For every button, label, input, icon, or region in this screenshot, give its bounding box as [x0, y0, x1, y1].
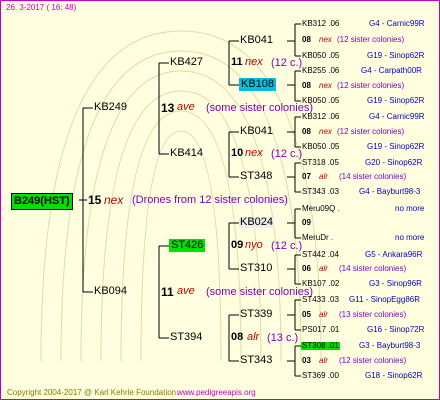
- row-a: PS017 .01: [302, 325, 340, 334]
- kb427-race: nex: [245, 56, 263, 68]
- node-st339: ST339: [240, 308, 273, 320]
- date-stamp: 26. 3-2017 ( 16: 48): [6, 3, 77, 12]
- node-st310: ST310: [240, 262, 273, 274]
- row-race: alr: [319, 172, 328, 181]
- row-a: KB050 .05: [302, 142, 340, 151]
- kb249-number: 13: [161, 101, 175, 115]
- row-race: alr: [319, 264, 328, 273]
- kb249-desc: (some sister colonies): [206, 102, 313, 114]
- row-num: 09: [302, 218, 311, 227]
- row-race: alr: [319, 356, 328, 365]
- row-b: G4 - Carnic99R: [369, 112, 425, 121]
- root-race: nex: [104, 193, 124, 207]
- node-kb414: KB414: [170, 147, 204, 159]
- node-st394: ST394: [170, 331, 203, 343]
- node-st343: ST343: [240, 354, 273, 366]
- row-b: G5 - Ankara96R: [365, 250, 423, 259]
- row-a: ST433 .03: [302, 295, 339, 304]
- row-b: no more: [395, 204, 425, 213]
- node-kb041-b: KB041: [240, 125, 274, 137]
- row-desc: (12 sister colonies): [337, 127, 405, 136]
- node-kb024: KB024: [239, 216, 275, 228]
- st426-desc: (12 c.): [271, 240, 303, 252]
- kb414-race: nex: [245, 147, 263, 159]
- row-b: G3 - Sinop96R: [369, 279, 422, 288]
- row-b: G4 - Carpath00R: [361, 66, 422, 75]
- row-desc: (14 sister colonies): [339, 172, 407, 181]
- footer-copyright: Copyright 2004-2017 @ Karl Kehrle Founda…: [7, 388, 179, 397]
- row-num: 03: [302, 356, 311, 365]
- node-kb108: KB108: [239, 78, 277, 91]
- row-a: ST308 .01: [301, 341, 340, 350]
- kb427-desc: (12 c.): [271, 57, 303, 69]
- st426-number: 09: [231, 239, 244, 251]
- footer-url[interactable]: www.pedigreeapis.org: [177, 389, 256, 397]
- node-st348: ST348: [240, 170, 273, 182]
- node-kb249: KB249: [94, 101, 128, 113]
- row-num: 08: [302, 127, 311, 136]
- row-desc: (12 sister colonies): [337, 35, 405, 44]
- row-a: ST343 .03: [302, 187, 339, 196]
- row-a: Meru09Q .: [302, 204, 340, 213]
- row-b: G16 - Sinop72R: [367, 325, 425, 334]
- row-b: G4 - Carnic99R: [369, 19, 425, 28]
- row-a: KB050 .05: [302, 51, 340, 60]
- row-race: nex: [319, 81, 332, 90]
- row-num: 05: [302, 310, 311, 319]
- st394-number: 08: [231, 331, 244, 343]
- row-a: ST318 .05: [302, 158, 339, 167]
- row-num: 08: [302, 35, 311, 44]
- row-desc: (13 sister colonies): [339, 310, 407, 319]
- row-a: ST442 .04: [302, 250, 339, 259]
- row-b: G19 - Sinop62R: [367, 96, 425, 105]
- row-race: nex: [319, 127, 332, 136]
- row-a: MeruDr .: [302, 233, 334, 242]
- row-desc: (12 sister colonies): [337, 81, 405, 90]
- root-desc: (Drones from 12 sister colonies): [132, 194, 288, 206]
- st394-race: alr: [247, 331, 260, 343]
- row-a: KB312 .06: [302, 19, 340, 28]
- row-a: ST369 .00: [302, 371, 339, 380]
- row-b: G18 - Sinop62R: [365, 371, 423, 380]
- row-num: 07: [302, 172, 311, 181]
- row-b: G3 - Bayburt98-3: [359, 341, 421, 350]
- kb094-race: ave: [177, 285, 195, 297]
- row-b: G19 - Sinop62R: [367, 142, 425, 151]
- st394-desc: (13 c.): [267, 332, 299, 344]
- kb094-desc: (some sister colonies): [206, 286, 313, 298]
- pedigree-chart: 26. 3-2017 ( 16: 48) B249(HST) 15 nex (D…: [0, 0, 440, 400]
- row-race: nex: [319, 35, 332, 44]
- row-desc: (12 sister colonies): [339, 356, 407, 365]
- row-a: KB255 .06: [302, 66, 340, 75]
- kb427-number: 11: [231, 56, 243, 68]
- row-b: no more: [395, 233, 425, 242]
- row-a: KB107 .02: [302, 279, 340, 288]
- node-kb094: KB094: [94, 285, 128, 297]
- kb414-number: 10: [231, 147, 244, 159]
- row-b: G11 - SinopEgg86R: [349, 295, 421, 304]
- row-num: 08: [302, 81, 311, 90]
- row-a: KB312 .06: [302, 112, 340, 121]
- kb094-number: 11: [161, 285, 174, 299]
- row-desc: (14 sister colonies): [339, 264, 407, 273]
- node-st426: ST426: [169, 239, 206, 252]
- row-b: G4 - Bayburt98-3: [359, 187, 421, 196]
- kb414-desc: (12 c.): [271, 148, 303, 160]
- row-a: KB050 .05: [302, 96, 340, 105]
- st426-race: nyo: [245, 239, 263, 251]
- row-race: alr: [319, 310, 328, 319]
- root-number: 15: [88, 193, 102, 207]
- row-num: 06: [302, 264, 311, 273]
- node-kb427: KB427: [170, 56, 204, 68]
- root-queen: B249(HST): [11, 193, 73, 210]
- kb249-race: ave: [177, 101, 195, 113]
- row-b: G20 - Sinop62R: [365, 158, 423, 167]
- node-kb041-a: KB041: [240, 34, 274, 46]
- row-b: G19 - Sinop62R: [367, 51, 425, 60]
